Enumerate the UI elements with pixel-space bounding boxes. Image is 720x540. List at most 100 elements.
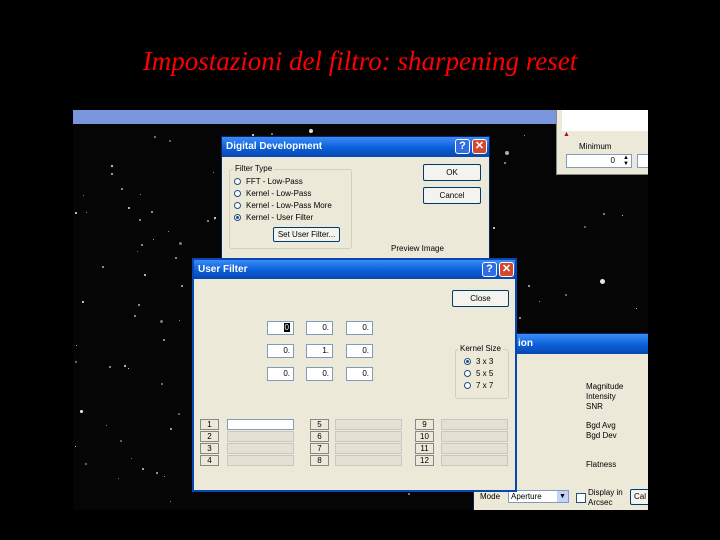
slot-2-button[interactable]: 2: [200, 431, 219, 442]
star-dot: [140, 194, 141, 195]
star-dot: [408, 493, 410, 495]
star-dot: [214, 217, 216, 219]
minimum-value: 0: [610, 156, 615, 165]
kernel-cell-r2c2[interactable]: 1.: [306, 344, 333, 358]
close-icon[interactable]: ✕: [472, 139, 487, 154]
radio-kernel-low-pass[interactable]: [234, 190, 241, 197]
option-kernel-user-filter: Kernel - User Filter: [246, 213, 314, 222]
slot-4-button[interactable]: 4: [200, 455, 219, 466]
slot-5-button[interactable]: 5: [310, 419, 329, 430]
slot-8-button[interactable]: 8: [310, 455, 329, 466]
slot-9-name[interactable]: [441, 419, 508, 430]
slot-10-button[interactable]: 10: [415, 431, 434, 442]
kernel-cell-r3c2[interactable]: 0.: [306, 367, 333, 381]
close-icon[interactable]: ✕: [499, 262, 514, 277]
help-icon[interactable]: ?: [482, 262, 497, 277]
slot-1-button[interactable]: 1: [200, 419, 219, 430]
star-dot: [154, 136, 156, 138]
slot-7-button[interactable]: 7: [310, 443, 329, 454]
slot-5-name[interactable]: [335, 419, 402, 430]
star-dot: [131, 458, 132, 459]
star-dot: [139, 219, 141, 221]
slot-8-name[interactable]: [335, 455, 402, 466]
slot-9-button[interactable]: 9: [415, 419, 434, 430]
slot-11-name[interactable]: [441, 443, 508, 454]
radio-kernel-user-filter[interactable]: [234, 214, 241, 221]
radio-fft-low-pass[interactable]: [234, 178, 241, 185]
star-dot: [82, 301, 84, 303]
star-dot: [111, 173, 113, 175]
star-dot: [505, 151, 509, 155]
kernel-cell-r3c1[interactable]: 0.: [267, 367, 294, 381]
field-bgd-avg: Bgd Avg: [586, 421, 616, 430]
slot-7-name[interactable]: [335, 443, 402, 454]
minimum-label: Minimum: [579, 142, 612, 151]
star-dot: [102, 266, 104, 268]
mode-select[interactable]: Aperture ▼: [508, 490, 569, 503]
star-dot: [160, 320, 163, 323]
slot-12-button[interactable]: 12: [415, 455, 434, 466]
slot-6-button[interactable]: 6: [310, 431, 329, 442]
kernel-cell-r1c1[interactable]: 0: [267, 321, 294, 335]
radio-kernel-low-pass-more[interactable]: [234, 202, 241, 209]
radio-3x3[interactable]: [464, 358, 471, 365]
slot-4-name[interactable]: [227, 455, 294, 466]
field-intensity: Intensity: [586, 392, 616, 401]
star-dot: [181, 285, 183, 287]
star-dot: [76, 345, 77, 346]
slot-6-name[interactable]: [335, 431, 402, 442]
slot-10-name[interactable]: [441, 431, 508, 442]
slot-3-name[interactable]: [227, 443, 294, 454]
kernel-cell-r2c3[interactable]: 0.: [346, 344, 373, 358]
star-dot: [111, 165, 113, 167]
user-filter-titlebar: User Filter ? ✕: [194, 260, 515, 279]
user-filter-title: User Filter: [198, 264, 248, 275]
slot-3-button[interactable]: 3: [200, 443, 219, 454]
chevron-down-icon[interactable]: ▼: [557, 491, 568, 502]
radio-7x7[interactable]: [464, 382, 471, 389]
slot-12-name[interactable]: [441, 455, 508, 466]
kernel-cell-r2c1[interactable]: 0.: [267, 344, 294, 358]
slot-2-name[interactable]: [227, 431, 294, 442]
marker-icon: ▲: [563, 131, 570, 138]
minimum-spinner[interactable]: 0 ▲ ▼: [566, 154, 632, 168]
cancel-button[interactable]: Cancel: [423, 187, 481, 204]
star-dot: [179, 320, 180, 321]
option-fft-low-pass: FFT - Low-Pass: [246, 177, 303, 186]
star-dot: [106, 425, 107, 426]
slot-1-name[interactable]: [227, 419, 294, 430]
field-magnitude: Magnitude: [586, 382, 624, 391]
star-dot: [213, 172, 214, 173]
option-3x3: 3 x 3: [476, 357, 494, 366]
star-dot: [178, 413, 180, 415]
set-user-filter-button[interactable]: Set User Filter...: [273, 227, 340, 242]
spinner-arrows-icon[interactable]: ▲ ▼: [623, 155, 629, 167]
star-dot: [75, 361, 77, 363]
maximum-spinner[interactable]: [637, 154, 648, 168]
star-dot: [163, 339, 165, 341]
digital-development-dialog: Digital Development ? ✕ Filter Type FFT …: [221, 136, 490, 260]
slot-11-button[interactable]: 11: [415, 443, 434, 454]
star-dot: [80, 410, 83, 413]
star-dot: [141, 244, 143, 246]
calibrate-button[interactable]: Cal: [630, 489, 648, 505]
field-bgd-dev: Bgd Dev: [586, 431, 617, 440]
star-dot: [86, 212, 87, 213]
close-button[interactable]: Close: [452, 290, 509, 307]
kernel-cell-r1c3[interactable]: 0.: [346, 321, 373, 335]
star-dot: [169, 140, 171, 142]
kernel-cell-r3c3[interactable]: 0.: [346, 367, 373, 381]
radio-5x5[interactable]: [464, 370, 471, 377]
field-snr: SNR: [586, 402, 603, 411]
star-dot: [128, 207, 130, 209]
star-dot: [151, 211, 153, 213]
kernel-cell-r1c2[interactable]: 0.: [306, 321, 333, 335]
help-icon[interactable]: ?: [455, 139, 470, 154]
star-dot: [83, 195, 84, 196]
ok-button[interactable]: OK: [423, 164, 481, 181]
display-arcsec-checkbox[interactable]: [576, 493, 586, 503]
star-dot: [271, 133, 273, 135]
star-dot: [142, 468, 144, 470]
filter-type-label: Filter Type: [233, 164, 275, 173]
star-dot: [636, 308, 637, 309]
